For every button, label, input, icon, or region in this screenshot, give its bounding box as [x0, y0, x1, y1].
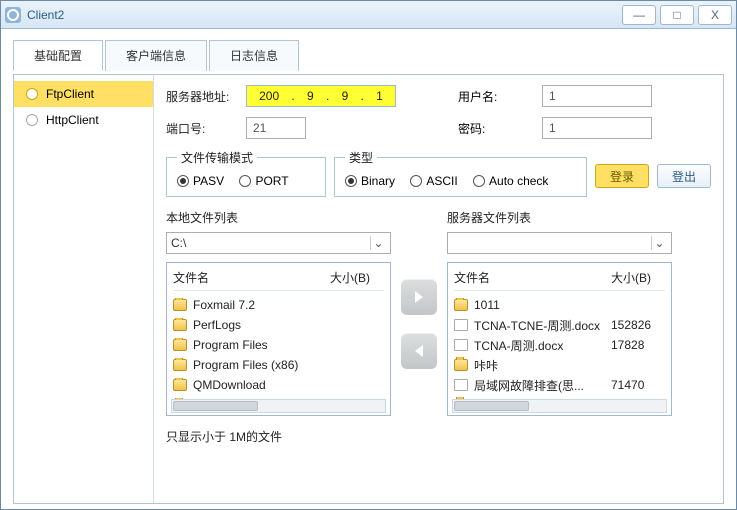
- folder-icon: [173, 319, 187, 331]
- app-icon: [5, 7, 21, 23]
- file-size: 17828: [611, 338, 665, 352]
- radio-binary[interactable]: Binary: [345, 174, 395, 188]
- file-name: 局域网故障排查(思...: [474, 377, 584, 394]
- tab-log-info[interactable]: 日志信息: [209, 40, 299, 71]
- file-name: 1011: [474, 298, 500, 312]
- file-size: 152826: [611, 318, 665, 332]
- server-label: 服务器地址:: [166, 88, 246, 105]
- radio-dot-icon: [239, 175, 251, 187]
- file-size: 71470: [611, 378, 665, 392]
- sidebar-item-ftpclient[interactable]: FtpClient: [14, 81, 153, 107]
- col-name: 文件名: [454, 269, 611, 286]
- radio-ascii[interactable]: ASCII: [410, 174, 457, 188]
- file-name: Program Files: [193, 338, 268, 352]
- file-icon: [454, 339, 468, 351]
- file-name: PerfLogs: [193, 318, 241, 332]
- maximize-button[interactable]: □: [660, 5, 694, 25]
- remote-file-list: 文件名 大小(B) 1011TCNA-TCNE-周测.docx152826TCN…: [447, 262, 672, 416]
- logout-button[interactable]: 登出: [657, 164, 711, 188]
- login-button[interactable]: 登录: [595, 164, 649, 188]
- file-icon: [454, 319, 468, 331]
- file-name: QMDownload: [193, 378, 266, 392]
- col-name: 文件名: [173, 269, 330, 286]
- folder-icon: [173, 359, 187, 371]
- list-item[interactable]: 局域网故障排查(思... 71470: [454, 375, 665, 395]
- local-hscroll[interactable]: [171, 399, 386, 413]
- username-label: 用户名:: [458, 88, 506, 105]
- list-item[interactable]: 1011: [454, 295, 665, 315]
- tabbar: 基础配置 客户端信息 日志信息: [13, 39, 724, 70]
- folder-icon: [454, 359, 468, 371]
- file-name: 咔咔: [474, 357, 498, 374]
- main-panel: 服务器地址: 200. 9. 9. 1 用户名: 端口号:: [154, 75, 723, 503]
- remote-list-column: 服务器文件列表 ⌄ 文件名 大小(B) 1011 TCNA-TCNE-周测.doc…: [447, 209, 672, 416]
- titlebar: Client2 — □ X: [1, 1, 736, 29]
- col-size: 大小(B): [611, 269, 665, 286]
- server-ip-input[interactable]: 200. 9. 9. 1: [246, 85, 396, 107]
- list-item[interactable]: Program Files: [173, 335, 384, 355]
- radio-dot-icon: [410, 175, 422, 187]
- upload-button[interactable]: [401, 279, 437, 315]
- window-title: Client2: [27, 8, 64, 22]
- remote-list-title: 服务器文件列表: [447, 209, 672, 226]
- footer-note: 只显示小于 1M的文件: [166, 428, 711, 445]
- remote-path-combo[interactable]: ⌄: [447, 232, 672, 254]
- tab-basic-config[interactable]: 基础配置: [13, 40, 103, 71]
- sidebar-item-httpclient[interactable]: HttpClient: [14, 107, 153, 133]
- file-name: Foxmail 7.2: [193, 298, 255, 312]
- password-input[interactable]: [542, 117, 652, 139]
- folder-icon: [173, 379, 187, 391]
- sidebar-dot-icon: [26, 114, 38, 126]
- folder-icon: [454, 299, 468, 311]
- list-item[interactable]: TCNA-TCNE-周测.docx 152826: [454, 315, 665, 335]
- file-name: TCNA-周测.docx: [474, 337, 563, 354]
- file-name: Program Files (x86): [193, 358, 298, 372]
- list-item[interactable]: PerfLogs: [173, 315, 384, 335]
- sidebar-item-label: FtpClient: [46, 87, 94, 101]
- file-icon: [454, 379, 468, 391]
- list-item[interactable]: 咔咔: [454, 355, 665, 375]
- chevron-down-icon: ⌄: [370, 236, 386, 250]
- local-list-column: 本地文件列表 C:\⌄ 文件名 大小(B) Foxmail 7.2 PerfLog…: [166, 209, 391, 416]
- transfer-mode-group: 文件传输模式 PASV PORT: [166, 149, 326, 197]
- password-label: 密码:: [458, 120, 506, 137]
- sidebar-item-label: HttpClient: [46, 113, 99, 127]
- radio-pasv[interactable]: PASV: [177, 174, 224, 188]
- minimize-button[interactable]: —: [622, 5, 656, 25]
- local-file-list: 文件名 大小(B) Foxmail 7.2 PerfLogs Program Fil…: [166, 262, 391, 416]
- username-input[interactable]: [542, 85, 652, 107]
- file-name: TCNA-TCNE-周测.docx: [474, 317, 600, 334]
- remote-hscroll[interactable]: [452, 399, 667, 413]
- port-label: 端口号:: [166, 120, 246, 137]
- folder-icon: [173, 299, 187, 311]
- content-pane: FtpClient HttpClient 服务器地址: 200. 9. 9. 1: [13, 74, 724, 504]
- list-item[interactable]: TCNA-周测.docx 17828: [454, 335, 665, 355]
- port-input[interactable]: [246, 117, 306, 139]
- chevron-down-icon: ⌄: [651, 236, 667, 250]
- download-button[interactable]: [401, 333, 437, 369]
- tab-client-info[interactable]: 客户端信息: [105, 40, 207, 71]
- col-size: 大小(B): [330, 269, 384, 286]
- sidebar: FtpClient HttpClient: [14, 75, 154, 503]
- local-list-title: 本地文件列表: [166, 209, 391, 226]
- radio-auto[interactable]: Auto check: [473, 174, 548, 188]
- close-button[interactable]: X: [698, 5, 732, 25]
- list-item[interactable]: Program Files (x86): [173, 355, 384, 375]
- radio-dot-icon: [177, 175, 189, 187]
- list-item[interactable]: Foxmail 7.2: [173, 295, 384, 315]
- type-group: 类型 Binary ASCII Auto check: [334, 149, 587, 197]
- list-item[interactable]: QMDownload: [173, 375, 384, 395]
- folder-icon: [173, 339, 187, 351]
- local-drive-combo[interactable]: C:\⌄: [166, 232, 391, 254]
- radio-port[interactable]: PORT: [239, 174, 288, 188]
- radio-dot-icon: [345, 175, 357, 187]
- radio-dot-icon: [473, 175, 485, 187]
- type-legend: 类型: [345, 149, 377, 166]
- app-window: Client2 — □ X 基础配置 客户端信息 日志信息 FtpClient …: [0, 0, 737, 510]
- transfer-mode-legend: 文件传输模式: [177, 149, 257, 166]
- sidebar-dot-icon: [26, 88, 38, 100]
